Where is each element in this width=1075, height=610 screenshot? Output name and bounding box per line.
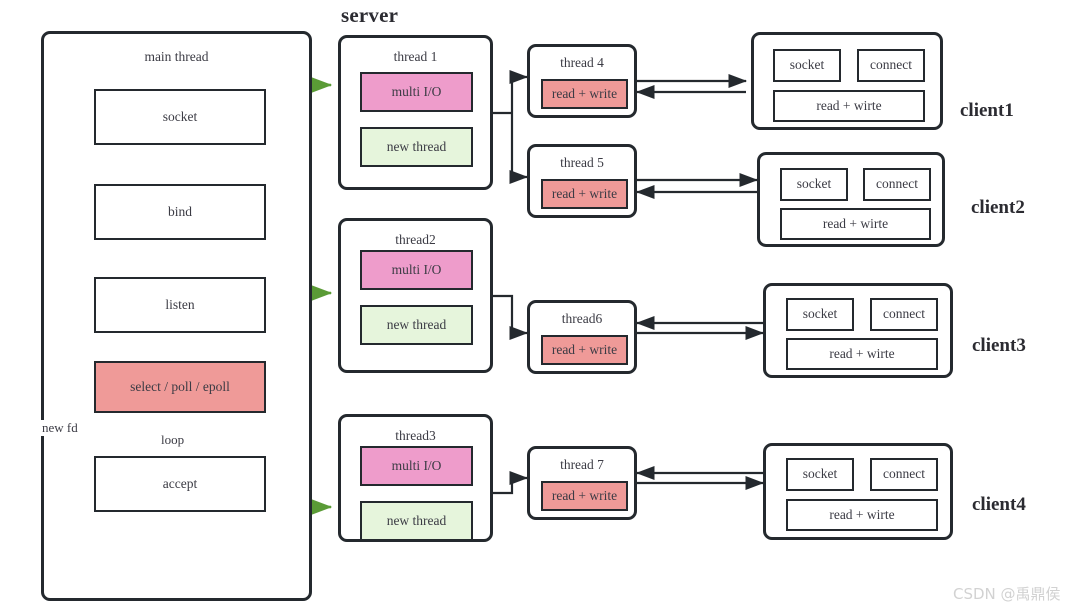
worker-thread-4: thread 4 read + write	[527, 44, 637, 118]
client-2-connect[interactable]: connect	[863, 168, 931, 201]
main-thread-label: main thread	[144, 49, 209, 64]
client-4-readwrite[interactable]: read + wirte	[786, 499, 938, 531]
server-thread-3-multi-io[interactable]: multi I/O	[360, 446, 473, 486]
connector-thread5-client2	[635, 172, 759, 200]
worker-thread-5: thread 5 read + write	[527, 144, 637, 218]
connector-thread7-client4	[635, 465, 765, 491]
main-step-accept[interactable]: accept	[94, 456, 266, 512]
main-step-listen[interactable]: listen	[94, 277, 266, 333]
server-thread-3-new-thread[interactable]: new thread	[360, 501, 473, 541]
server-thread-3-label: thread3	[395, 428, 436, 443]
client-4-container: socket connect read + wirte	[763, 443, 953, 540]
server-thread-2-multi-io[interactable]: multi I/O	[360, 250, 473, 290]
client-3-socket[interactable]: socket	[786, 298, 854, 331]
connector-thread1-workers	[492, 69, 529, 185]
main-step-bind[interactable]: bind	[94, 184, 266, 240]
worker-thread-7-label: thread 7	[560, 457, 604, 472]
server-thread-2-label: thread2	[395, 232, 436, 247]
client-4-name: client4	[972, 494, 1026, 515]
client-2-container: socket connect read + wirte	[757, 152, 945, 247]
worker-thread-6: thread6 read + write	[527, 300, 637, 374]
worker-thread-7-work[interactable]: read + write	[541, 481, 628, 511]
client-4-socket[interactable]: socket	[786, 458, 854, 491]
server-thread-1-label: thread 1	[393, 49, 438, 64]
client-1-socket[interactable]: socket	[773, 49, 841, 82]
client-1-container: socket connect read + wirte	[751, 32, 943, 130]
server-title: server	[341, 3, 399, 27]
diagram-canvas: server main thread socket bind listen se…	[0, 0, 1075, 610]
client-1-connect[interactable]: connect	[857, 49, 925, 82]
edge-label-loop: loop	[159, 432, 187, 448]
server-thread-1-new-thread[interactable]: new thread	[360, 127, 473, 167]
main-thread-container: main thread socket bind listen select / …	[41, 31, 312, 601]
edge-label-new-fd: new fd	[40, 420, 80, 436]
server-thread-2-new-thread[interactable]: new thread	[360, 305, 473, 345]
worker-thread-6-label: thread6	[561, 311, 603, 326]
client-2-socket[interactable]: socket	[780, 168, 848, 201]
worker-thread-4-work[interactable]: read + write	[541, 79, 628, 109]
worker-thread-6-work[interactable]: read + write	[541, 335, 628, 365]
client-3-container: socket connect read + wirte	[763, 283, 953, 378]
connector-thread3-worker	[492, 470, 529, 495]
server-thread-1: thread 1 multi I/O new thread	[338, 35, 493, 190]
server-thread-1-multi-io[interactable]: multi I/O	[360, 72, 473, 112]
client-3-name: client3	[972, 335, 1026, 356]
client-3-connect[interactable]: connect	[870, 298, 938, 331]
server-thread-3: thread3 multi I/O new thread	[338, 414, 493, 542]
worker-thread-5-work[interactable]: read + write	[541, 179, 628, 209]
csdn-watermark: CSDN @禹鼎侯	[953, 585, 1061, 603]
client-2-name: client2	[971, 197, 1025, 218]
main-step-socket[interactable]: socket	[94, 89, 266, 145]
client-3-readwrite[interactable]: read + wirte	[786, 338, 938, 370]
worker-thread-5-label: thread 5	[560, 155, 604, 170]
worker-thread-4-label: thread 4	[560, 55, 604, 70]
connector-thread4-client1	[635, 73, 748, 100]
client-1-readwrite[interactable]: read + wirte	[773, 90, 925, 122]
client-4-connect[interactable]: connect	[870, 458, 938, 491]
client-1-name: client1	[960, 100, 1014, 121]
client-2-readwrite[interactable]: read + wirte	[780, 208, 931, 240]
connector-thread2-worker	[492, 294, 529, 341]
worker-thread-7: thread 7 read + write	[527, 446, 637, 520]
server-thread-2: thread2 multi I/O new thread	[338, 218, 493, 373]
connector-thread6-client3	[635, 315, 765, 341]
main-step-select-poll-epoll[interactable]: select / poll / epoll	[94, 361, 266, 413]
